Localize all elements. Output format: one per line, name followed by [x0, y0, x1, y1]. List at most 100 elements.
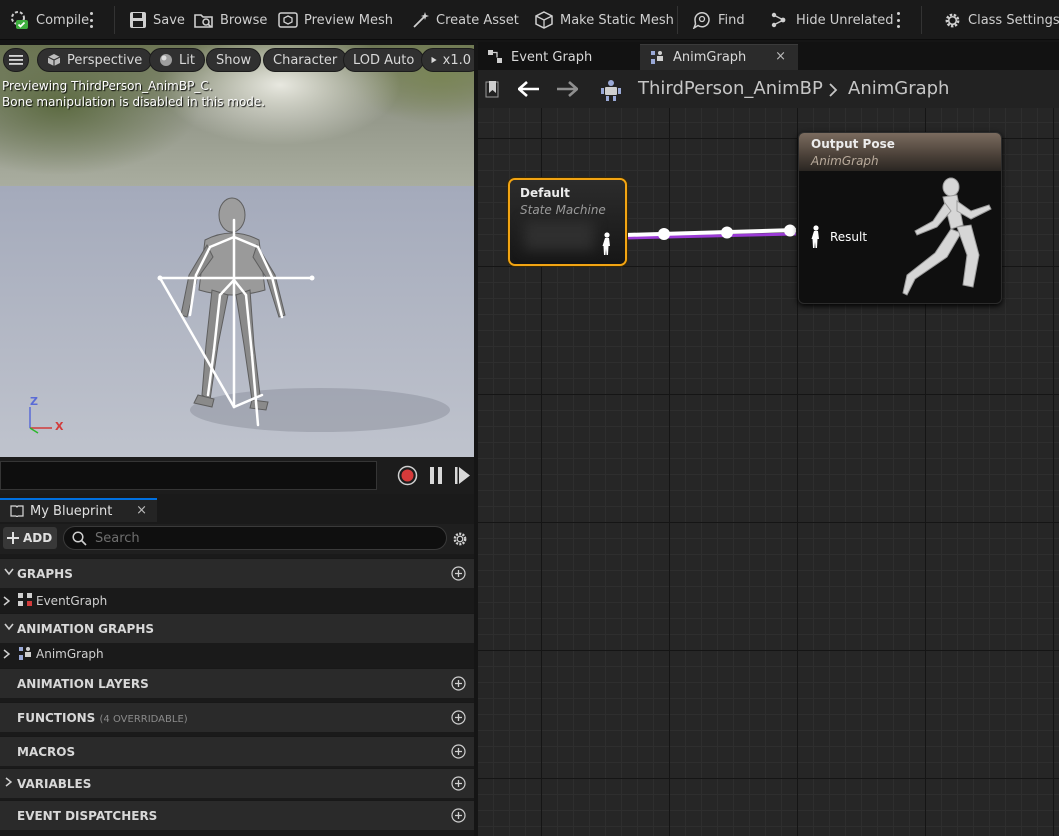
play-icon	[431, 56, 437, 64]
preview-viewport[interactable]: Z X Perspective Lit Show Character LOD A…	[0, 45, 474, 457]
state-machine-preview	[524, 220, 594, 250]
hamburger-icon	[9, 55, 23, 65]
add-macro-icon[interactable]	[451, 744, 466, 759]
preview-mesh-label: Preview Mesh	[304, 12, 393, 28]
output-pose-node[interactable]: Output Pose AnimGraph Result	[798, 132, 1002, 304]
graph-breadcrumb-bar: ThirdPerson_AnimBP AnimGraph	[478, 70, 1059, 108]
tab-event-graph-label: Event Graph	[511, 49, 593, 65]
functions-overridable-count: (4 OVERRIDABLE)	[99, 714, 188, 725]
my-blueprint-tab-label: My Blueprint	[30, 503, 113, 519]
section-animation-layers-title: ANIMATION LAYERS	[17, 677, 149, 691]
section-functions[interactable]: FUNCTIONS (4 OVERRIDABLE)	[0, 702, 474, 732]
lod-button[interactable]: LOD Auto	[343, 48, 425, 72]
find-icon	[692, 12, 710, 29]
create-asset-label: Create Asset	[436, 12, 519, 28]
playback-speed-label: x1.0	[442, 52, 471, 68]
breadcrumb-anim-graph[interactable]: AnimGraph	[848, 78, 949, 99]
add-animation-layer-icon[interactable]	[451, 676, 466, 691]
character-label: Character	[273, 52, 338, 68]
anim-blueprint-icon	[601, 80, 621, 101]
show-label: Show	[216, 52, 252, 68]
add-function-icon[interactable]	[451, 710, 466, 725]
tree-item-anim-graph[interactable]: AnimGraph	[0, 641, 474, 667]
preview-mesh-icon	[278, 12, 298, 28]
lit-button[interactable]: Lit	[149, 48, 205, 72]
playback-speed-button[interactable]: x1.0	[421, 48, 474, 72]
add-graph-icon[interactable]	[451, 566, 466, 581]
perspective-button[interactable]: Perspective	[37, 48, 153, 72]
section-animation-graphs[interactable]: ANIMATION GRAPHS	[0, 613, 474, 643]
chevron-down-icon	[4, 568, 14, 576]
section-event-dispatchers[interactable]: EVENT DISPATCHERS	[0, 800, 474, 830]
section-functions-title: FUNCTIONS (4 OVERRIDABLE)	[17, 711, 188, 725]
section-graphs-title: GRAPHS	[17, 567, 73, 581]
add-button[interactable]: ADD	[3, 527, 57, 549]
tab-anim-graph-label: AnimGraph	[673, 50, 747, 65]
tree-item-event-graph[interactable]: EventGraph	[0, 588, 474, 614]
state-machine-node[interactable]: Default State Machine	[508, 178, 627, 266]
save-button[interactable]: Save	[129, 0, 185, 40]
record-icon[interactable]	[397, 465, 418, 486]
chevron-down-icon	[4, 623, 14, 631]
section-variables[interactable]: VARIABLES	[0, 768, 474, 798]
bookmark-icon[interactable]	[484, 80, 500, 98]
pause-icon[interactable]	[429, 467, 443, 484]
timeline-scrubber[interactable]	[0, 461, 377, 490]
add-event-dispatcher-icon[interactable]	[451, 808, 466, 823]
compile-button[interactable]: Compile	[10, 0, 89, 40]
browse-label: Browse	[220, 12, 268, 28]
hide-unrelated-button[interactable]: Hide Unrelated	[770, 0, 894, 40]
settings-gear-icon[interactable]	[452, 531, 468, 547]
static-mesh-icon	[535, 11, 553, 29]
section-animation-graphs-title: ANIMATION GRAPHS	[17, 622, 155, 636]
anim-graph-icon	[19, 647, 31, 660]
save-label: Save	[153, 12, 185, 28]
my-blueprint-tab[interactable]: My Blueprint ×	[0, 498, 157, 522]
lit-label: Lit	[179, 52, 195, 68]
find-label: Find	[718, 12, 745, 28]
lit-sphere-icon	[160, 54, 172, 66]
class-settings-button[interactable]: Class Settings	[943, 0, 1059, 40]
show-button[interactable]: Show	[206, 48, 262, 72]
make-static-mesh-button[interactable]: Make Static Mesh	[534, 0, 674, 40]
playback-bar	[0, 457, 474, 494]
compile-options-icon[interactable]	[89, 12, 93, 28]
tab-event-graph[interactable]: Event Graph	[478, 44, 628, 70]
create-asset-icon	[413, 12, 429, 28]
compile-label: Compile	[36, 12, 90, 28]
section-macros[interactable]: MACROS	[0, 736, 474, 766]
graph-canvas[interactable]: Default State Machine Output Pose AnimGr…	[478, 108, 1059, 836]
event-graph-icon	[18, 593, 32, 606]
find-button[interactable]: Find	[692, 0, 745, 40]
back-arrow-icon[interactable]	[518, 81, 540, 97]
section-graphs[interactable]: GRAPHS	[0, 558, 474, 588]
viewport-preview-message: Previewing ThirdPerson_AnimBP_C.	[2, 79, 213, 93]
breadcrumb-blueprint[interactable]: ThirdPerson_AnimBP	[638, 78, 823, 99]
close-icon[interactable]: ×	[775, 49, 786, 64]
plus-icon	[7, 532, 19, 544]
search-input[interactable]	[95, 530, 425, 546]
step-forward-icon[interactable]	[455, 467, 470, 484]
toolbar-divider	[114, 6, 115, 34]
browse-button[interactable]: Browse	[194, 0, 267, 40]
compile-icon	[11, 11, 28, 29]
axis-z-label: Z	[30, 395, 38, 408]
class-settings-label: Class Settings	[968, 12, 1059, 28]
gear-icon	[945, 13, 960, 27]
close-icon[interactable]: ×	[136, 503, 147, 518]
section-animation-layers[interactable]: ANIMATION LAYERS	[0, 668, 474, 698]
character-button[interactable]: Character	[263, 48, 348, 72]
create-asset-button[interactable]: Create Asset	[412, 0, 519, 40]
tab-anim-graph[interactable]: AnimGraph ×	[640, 44, 798, 70]
graph-tab-bar: Event Graph AnimGraph ×	[478, 42, 1059, 70]
add-variable-icon[interactable]	[451, 776, 466, 791]
output-pose-subtitle: AnimGraph	[811, 154, 879, 168]
running-mannequin-icon	[902, 177, 992, 296]
pose-output-pin-icon[interactable]	[602, 232, 612, 256]
hide-unrelated-options-icon[interactable]	[896, 12, 900, 28]
viewport-menu-button[interactable]	[3, 48, 29, 72]
preview-mesh-button[interactable]: Preview Mesh	[278, 0, 393, 40]
my-blueprint-panel: My Blueprint × ADD GRAPHS	[0, 494, 474, 836]
result-input-pin-icon[interactable]	[811, 225, 821, 249]
forward-arrow-icon[interactable]	[556, 81, 578, 97]
